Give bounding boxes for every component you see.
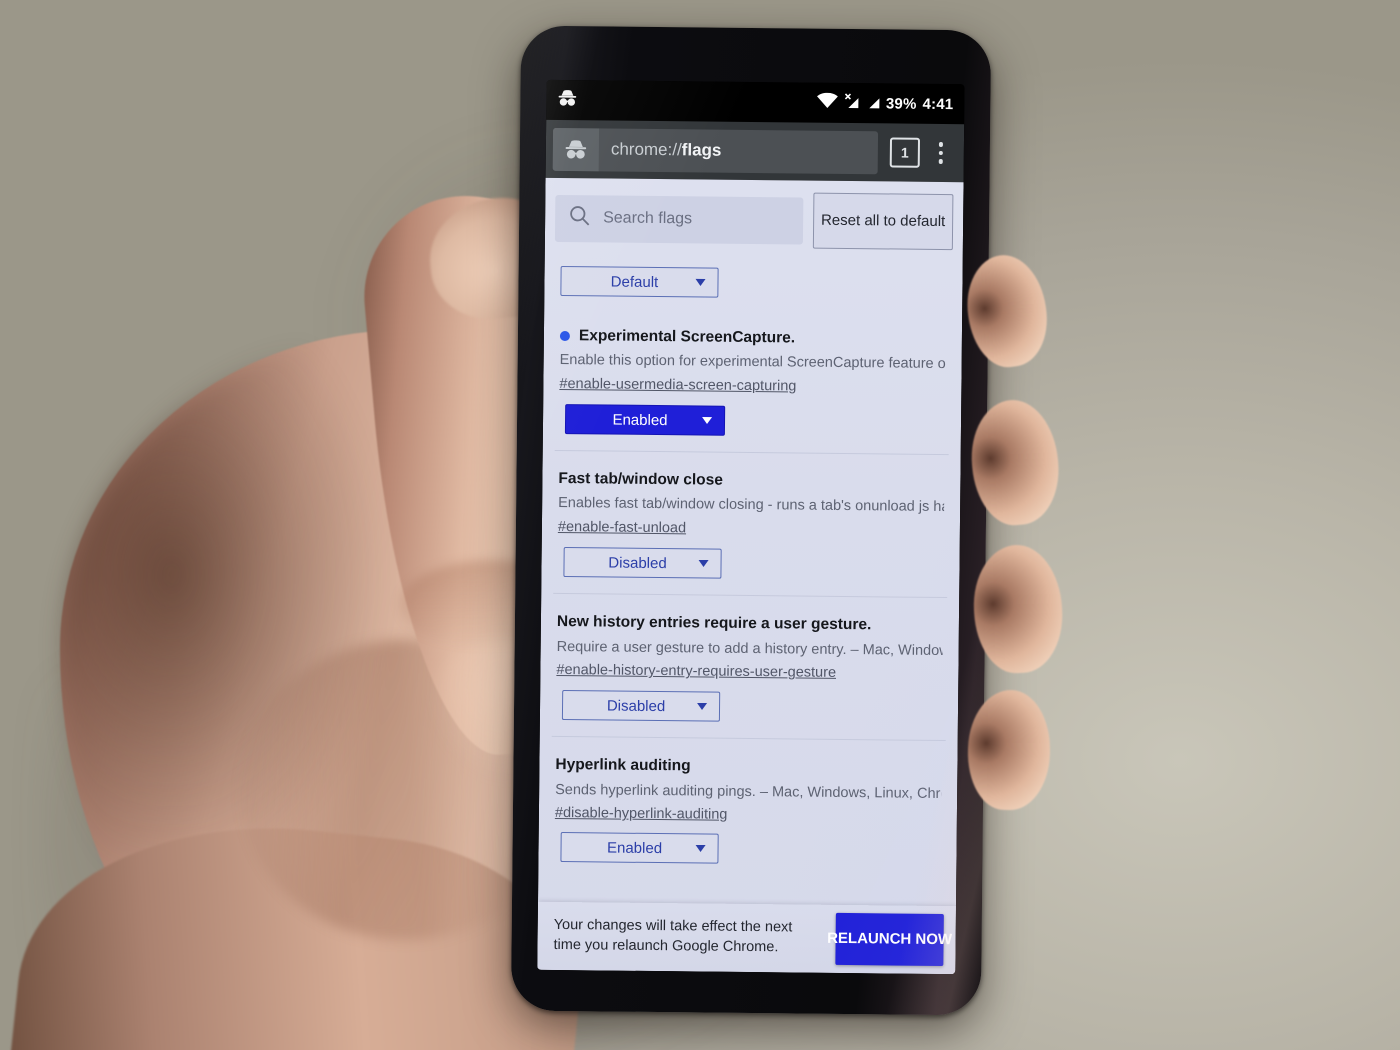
flag-title-row: Hyperlink auditing: [555, 755, 941, 778]
flag-select-orphan[interactable]: Default: [560, 265, 719, 298]
omnibox-url-page: flags: [681, 140, 722, 160]
search-input[interactable]: Search flags: [554, 194, 804, 245]
flag-title: Hyperlink auditing: [555, 756, 691, 775]
phone-screen: 39% 4:41 chrome://flags 1 Search flags R…: [537, 79, 965, 975]
chevron-down-icon: [695, 278, 706, 287]
flag-select-fast-tab-window-close[interactable]: Disabled: [563, 547, 722, 579]
cell-signal-icon: [866, 93, 880, 114]
flag-title: Experimental ScreenCapture.: [578, 327, 796, 347]
flags-search-row: Search flags Reset all to default: [545, 178, 964, 260]
flag-title-row: Experimental ScreenCapture.: [559, 326, 946, 349]
flag-select-experimental-screencapture[interactable]: Enabled: [564, 404, 726, 436]
photo-scene: 39% 4:41 chrome://flags 1 Search flags R…: [0, 0, 1400, 1050]
omnibox[interactable]: chrome://flags: [552, 127, 879, 174]
relaunch-now-button[interactable]: RELAUNCH NOW: [827, 912, 952, 967]
flag-description: Enables fast tab/window closing - runs a…: [558, 495, 945, 516]
flag-description: Sends hyperlink auditing pings. – Mac, W…: [555, 781, 942, 802]
smartphone-device: 39% 4:41 chrome://flags 1 Search flags R…: [510, 25, 992, 1016]
flag-description: Enable this option for experimental Scre…: [559, 352, 946, 373]
flag-title-row: New history entries require a user gestu…: [557, 612, 943, 635]
tab-switcher-button[interactable]: 1: [889, 137, 921, 168]
chevron-down-icon: [698, 560, 709, 568]
search-icon: [569, 205, 590, 231]
reset-all-to-default-button[interactable]: Reset all to default: [812, 192, 954, 251]
flag-select-value: Enabled: [612, 411, 668, 429]
flag-title: New history entries require a user gestu…: [556, 613, 872, 634]
flag-select-value: Enabled: [606, 839, 663, 857]
flag-select-new-history-entries[interactable]: Disabled: [561, 690, 721, 722]
flag-title: Fast tab/window close: [558, 470, 724, 489]
flag-title-row: Fast tab/window close: [558, 469, 944, 492]
no-sim-signal-icon: [844, 92, 860, 113]
clock-label: 4:41: [922, 95, 954, 113]
relaunch-bar: Your changes will take effect the next t…: [537, 901, 956, 975]
flag-item-experimental-screencapture: Experimental ScreenCapture. Enable this …: [543, 296, 962, 438]
battery-percent-label: 39%: [885, 94, 917, 113]
chevron-down-icon: [702, 417, 713, 425]
flag-item-hyperlink-auditing: Hyperlink auditing Sends hyperlink audit…: [538, 737, 957, 866]
chevron-down-icon: [697, 703, 708, 711]
omnibox-url-text: chrome://flags: [599, 139, 722, 160]
search-placeholder: Search flags: [603, 209, 693, 228]
flag-select-hyperlink-auditing[interactable]: Enabled: [560, 832, 719, 864]
relaunch-button-line1: RELAUNCH: [827, 929, 912, 948]
omnibox-url-prefix: chrome://: [610, 139, 682, 160]
hand-wrist: [5, 801, 595, 1050]
flag-hash-link[interactable]: #disable-hyperlink-auditing: [555, 804, 728, 825]
flag-item-new-history-entries-user-gesture: New history entries require a user gestu…: [540, 594, 959, 724]
flag-select-value: Default: [610, 273, 659, 291]
relaunch-button-line2: NOW: [915, 930, 953, 949]
incognito-icon: [556, 88, 578, 111]
flags-list: Default Experimental ScreenCapture. Enab…: [538, 265, 962, 867]
android-status-bar: 39% 4:41: [546, 79, 965, 125]
chevron-down-icon: [695, 845, 706, 853]
flag-select-value: Disabled: [608, 554, 667, 572]
flag-description: Require a user gesture to add a history …: [556, 638, 943, 659]
flag-hash-link[interactable]: #enable-usermedia-screen-capturing: [559, 375, 796, 396]
flag-select-value: Disabled: [606, 697, 666, 715]
flag-item-fast-tab-window-close: Fast tab/window close Enables fast tab/w…: [541, 451, 960, 581]
modified-indicator-dot: [559, 330, 570, 341]
flags-page-body: Search flags Reset all to default Defaul…: [537, 177, 964, 975]
wifi-icon: [816, 92, 838, 113]
overflow-menu-icon[interactable]: [924, 132, 958, 174]
flag-hash-link[interactable]: #enable-history-entry-requires-user-gest…: [556, 661, 836, 683]
relaunch-message: Your changes will take effect the next t…: [553, 917, 793, 956]
browser-toolbar: chrome://flags 1: [545, 119, 965, 183]
flag-hash-link[interactable]: #enable-fast-unload: [558, 518, 686, 538]
incognito-badge-icon: [552, 127, 600, 171]
